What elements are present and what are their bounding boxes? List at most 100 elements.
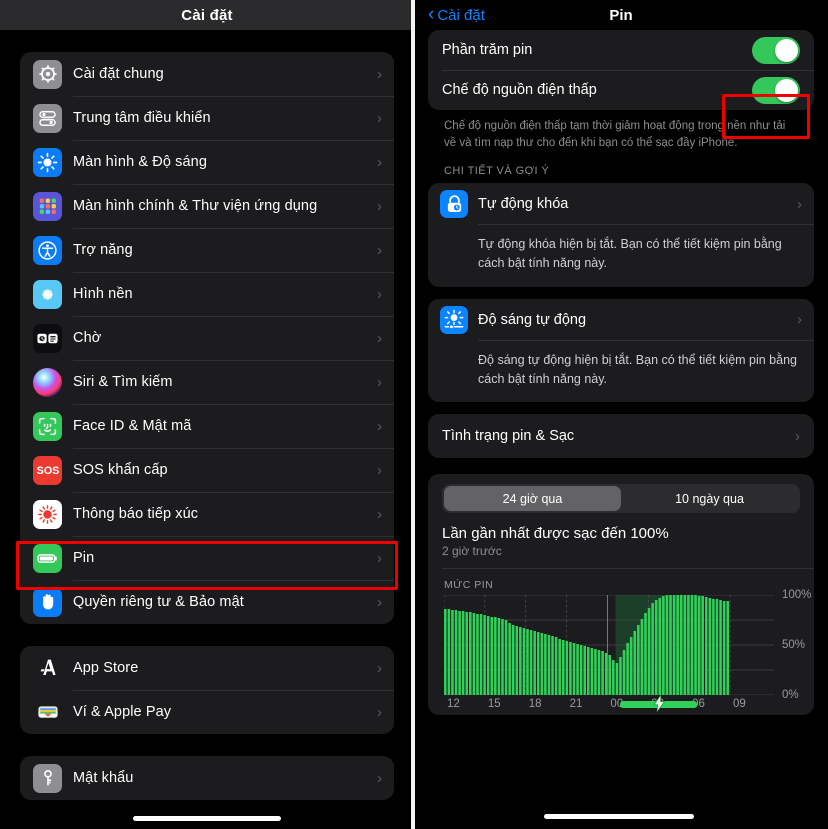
lock-clock-icon bbox=[440, 190, 468, 219]
sidebar-item-label: Hình nền bbox=[73, 286, 133, 302]
chevron-right-icon: › bbox=[377, 153, 382, 171]
wallet-icon bbox=[33, 698, 62, 727]
battery-health-row[interactable]: Tình trạng pin & Sạc › bbox=[428, 414, 814, 458]
sidebar-item-label: Chờ bbox=[73, 330, 102, 346]
sidebar-item-app-store[interactable]: App Store › bbox=[20, 646, 394, 690]
sidebar-item-trung-t-m-i-u-khi-n[interactable]: Trung tâm điều khiển › bbox=[20, 96, 394, 140]
toggle-label: Phần trăm pin bbox=[442, 42, 533, 58]
low-power-footnote: Chế độ nguồn điện thấp tạm thời giảm hoạ… bbox=[444, 120, 786, 149]
sidebar-item-siri-t-m-ki-m[interactable]: Siri & Tìm kiếm › bbox=[20, 360, 394, 404]
sidebar-item-label: Trợ năng bbox=[73, 242, 133, 258]
chevron-right-icon: › bbox=[377, 109, 382, 127]
battery-usage-card: 24 giờ qua 10 ngày qua Lần gần nhất được … bbox=[428, 474, 814, 716]
battery-health-label: Tình trạng pin & Sạc bbox=[442, 428, 575, 445]
y-tick-label: 100% bbox=[782, 589, 812, 602]
sidebar-scroll-area[interactable]: Cài đặt chung › Trung tâm điều khiển › Màn h… bbox=[0, 52, 414, 800]
toggle-row-0: Phần trăm pin bbox=[428, 30, 814, 70]
sidebar-item-label: Pin bbox=[73, 550, 95, 566]
chevron-right-icon: › bbox=[377, 505, 382, 523]
battery-percentage-switch[interactable] bbox=[752, 36, 800, 64]
x-tick-label: 09 bbox=[733, 698, 746, 711]
last-charge-title: Lần gần nhất được sạc đến 100% bbox=[442, 525, 669, 543]
last-charge-subtitle: 2 giờ trước bbox=[442, 544, 502, 559]
sidebar-item-face-id-m-t-m[interactable]: Face ID & Mật mã › bbox=[20, 404, 394, 448]
sidebar-item-ch[interactable]: Chờ › bbox=[20, 316, 394, 360]
detail-header: ‹ Cài đặt Pin bbox=[414, 0, 828, 30]
auto-brightness-icon bbox=[440, 305, 468, 334]
sidebar-group-0: Cài đặt chung › Trung tâm điều khiển › Màn h… bbox=[20, 52, 394, 624]
switch-knob bbox=[775, 38, 798, 62]
switch-knob bbox=[775, 78, 798, 102]
svg-text:SOS: SOS bbox=[36, 465, 59, 477]
sidebar-item-label: Cài đặt chung bbox=[73, 66, 164, 82]
standby-icon bbox=[33, 323, 62, 353]
suggestions-list: Tự động khóa › Tự động khóa hiện bị tắt.… bbox=[428, 183, 814, 403]
brightness-icon bbox=[33, 147, 62, 177]
sidebar-item-label: Quyền riêng tư & Bảo mật bbox=[73, 594, 244, 610]
battery-toggles-card: Phần trăm pin Chế độ nguồn điện thấp bbox=[428, 30, 814, 110]
sidebar-item-label: Ví & Apple Pay bbox=[73, 704, 172, 720]
time-range-segmented-control[interactable]: 24 giờ qua 10 ngày qua bbox=[442, 484, 800, 514]
chevron-right-icon: › bbox=[377, 769, 382, 787]
sidebar-item-v-apple-pay[interactable]: Ví & Apple Pay › bbox=[20, 690, 394, 734]
chevron-right-icon: › bbox=[377, 593, 382, 611]
sidebar-item-label: Siri & Tìm kiếm bbox=[73, 374, 173, 390]
home-indicator-left bbox=[133, 816, 281, 821]
chevron-right-icon: › bbox=[377, 659, 382, 677]
battery-detail-panel: ‹ Cài đặt Pin Phần trăm pin Chế độ nguồn … bbox=[414, 0, 828, 829]
x-tick-label: 18 bbox=[528, 698, 542, 711]
x-tick-label: 15 bbox=[487, 698, 501, 711]
sidebar-item-c-i-t-chung[interactable]: Cài đặt chung › bbox=[20, 52, 394, 96]
suggestion-body: Độ sáng tự động hiện bị tắt. Bạn có thể … bbox=[478, 352, 797, 386]
chevron-right-icon: › bbox=[795, 427, 800, 445]
battery-health-card[interactable]: Tình trạng pin & Sạc › bbox=[428, 414, 814, 459]
face-id-icon bbox=[33, 411, 62, 441]
privacy-hand-icon bbox=[33, 587, 62, 617]
sidebar-item-h-nh-n-n[interactable]: Hình nền › bbox=[20, 272, 394, 316]
back-button-label: Cài đặt bbox=[437, 6, 485, 24]
gear-icon bbox=[33, 59, 62, 89]
sidebar-item-sos-kh-n-c-p[interactable]: SOS SOS khẩn cấp › bbox=[20, 448, 394, 492]
chevron-right-icon: › bbox=[377, 285, 382, 303]
suggestion-header-row[interactable]: Độ sáng tự động › bbox=[428, 299, 814, 341]
sidebar-item-m-n-h-nh-ch-nh-th-vi-n-ng-d-ng[interactable]: Màn hình chính & Thư viện ứng dụng › bbox=[20, 184, 394, 228]
back-button[interactable]: ‹ Cài đặt bbox=[428, 5, 485, 24]
sidebar-item-m-t-kh-u[interactable]: Mật khẩu › bbox=[20, 756, 394, 800]
sidebar-item-tr-n-ng[interactable]: Trợ năng › bbox=[20, 228, 394, 272]
chevron-right-icon: › bbox=[797, 195, 802, 213]
y-tick-label: 0% bbox=[782, 689, 799, 702]
segment-1[interactable]: 10 ngày qua bbox=[621, 486, 798, 511]
ipad-settings-split-view: Cài đặt Cài đặt chung › Trung tâm điều khi… bbox=[0, 0, 828, 829]
chevron-right-icon: › bbox=[377, 241, 382, 259]
sidebar-item-m-n-h-nh-s-ng[interactable]: Màn hình & Độ sáng › bbox=[20, 140, 394, 184]
sidebar-item-label: App Store bbox=[73, 660, 139, 676]
chevron-right-icon: › bbox=[377, 549, 382, 567]
low-power-mode-switch[interactable] bbox=[752, 76, 800, 104]
suggestion-title: Độ sáng tự động bbox=[478, 311, 587, 328]
chart-section-label: MỨC PIN bbox=[444, 579, 494, 592]
chart-y-axis-labels: 0% 50% 100% bbox=[782, 589, 814, 701]
chevron-right-icon: › bbox=[377, 197, 382, 215]
segment-0[interactable]: 24 giờ qua bbox=[444, 486, 621, 512]
sidebar-item-label: Thông báo tiếp xúc bbox=[73, 506, 199, 522]
sidebar-item-pin[interactable]: Pin › bbox=[20, 536, 394, 580]
battery-level-plot bbox=[444, 595, 774, 696]
sos-icon: SOS bbox=[33, 455, 62, 485]
settings-sidebar-panel: Cài đặt Cài đặt chung › Trung tâm điều khi… bbox=[0, 0, 414, 829]
suggestion-card-1: Độ sáng tự động › Độ sáng tự động hiện b… bbox=[428, 298, 814, 403]
sidebar-title: Cài đặt bbox=[181, 6, 233, 24]
sidebar-item-label: Mật khẩu bbox=[73, 770, 134, 786]
home-indicator-right bbox=[544, 814, 694, 819]
sidebar-item-quy-n-ri-ng-t-b-o-m-t[interactable]: Quyền riêng tư & Bảo mật › bbox=[20, 580, 394, 624]
suggestion-header-row[interactable]: Tự động khóa › bbox=[428, 183, 814, 226]
sidebar-item-label: Trung tâm điều khiển bbox=[73, 110, 211, 126]
sidebar-group-2: Mật khẩu › bbox=[20, 756, 394, 800]
suggestion-body: Tự động khóa hiện bị tắt. Bạn có thể tiế… bbox=[478, 237, 782, 271]
y-tick-label: 50% bbox=[782, 639, 806, 652]
sidebar-item-th-ng-b-o-ti-p-x-c[interactable]: Thông báo tiếp xúc › bbox=[20, 492, 394, 536]
sidebar-item-label: Màn hình chính & Thư viện ứng dụng bbox=[73, 198, 318, 214]
key-icon bbox=[33, 763, 62, 793]
chevron-right-icon: › bbox=[377, 417, 382, 435]
control-center-icon bbox=[33, 103, 62, 133]
sidebar-header: Cài đặt bbox=[0, 0, 414, 30]
